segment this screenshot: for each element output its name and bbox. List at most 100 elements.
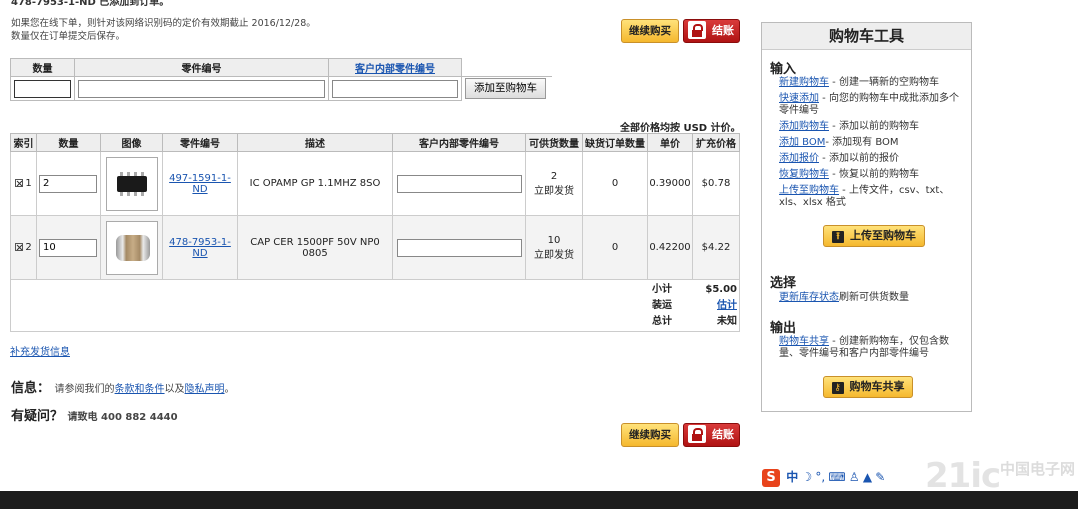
continue-shopping-button-bottom[interactable]: 继续购买 <box>621 423 679 447</box>
currency-note: 全部价格均按 USD 计价。 <box>620 123 741 134</box>
subtotal-value: $5.00 <box>705 284 737 295</box>
continue-shopping-button-top[interactable]: 继续购买 <box>621 19 679 43</box>
checkout-label: 结账 <box>712 24 734 37</box>
user-icon[interactable]: ♙ <box>849 470 860 484</box>
total-value: 未知 <box>717 316 737 327</box>
privacy-link[interactable]: 隐私声明 <box>185 384 225 395</box>
ic-chip-image <box>105 156 158 211</box>
qa-part-input[interactable] <box>78 79 325 98</box>
question-line: 有疑问？ 请致电 400 882 4440 <box>11 405 178 424</box>
customer-part-link[interactable]: 客户内部零件编号 <box>355 64 435 75</box>
subtotal-label: 小计 <box>652 284 672 295</box>
summary-values: $5.00 估计 未知 <box>700 282 737 330</box>
add-cart-link[interactable]: 添加购物车 <box>779 121 829 132</box>
row-ext-price: $4.22 <box>692 215 740 280</box>
checkout-button-top[interactable]: 结账 <box>683 19 740 43</box>
upload-icon: ⭱ <box>832 231 844 243</box>
new-cart-link[interactable]: 新建购物车 <box>779 77 829 88</box>
chinese-mode-icon[interactable]: 中 <box>786 470 798 484</box>
share-cart-link[interactable]: 购物车共享 <box>779 336 829 347</box>
ime-toolbar[interactable]: S 中 ☽ °, ⌨ ♙ ▲ ✎ <box>762 466 922 490</box>
qa-qty-input[interactable] <box>14 79 71 98</box>
pricing-info: 如果您在线下单，则针对该网络识别码的定价有效期截止 2016/12/28。 数量… <box>11 17 351 43</box>
quick-add-link[interactable]: 快速添加 <box>779 93 819 104</box>
col-part: 零件编号 <box>162 133 238 152</box>
part-number-link[interactable]: 497-1591-1-ND <box>169 173 231 195</box>
total-label: 总计 <box>652 316 672 327</box>
lock-icon <box>688 21 706 39</box>
row-customer-part-input[interactable] <box>396 174 522 193</box>
update-stock-link[interactable]: 更新库存状态 <box>779 292 839 303</box>
wrench-icon[interactable]: ✎ <box>875 470 885 484</box>
cart-tools-panel: 购物车工具 输入 新建购物车 - 创建一辆新的空购物车 快速添加 - 向您的购物… <box>761 22 972 412</box>
row-qty-input[interactable] <box>39 238 97 257</box>
more-shipping-link[interactable]: 补充发货信息 <box>10 343 70 358</box>
delete-checkbox-icon[interactable] <box>15 243 24 251</box>
capacitor-image <box>105 220 158 275</box>
tool-item: 新建购物车 - 创建一辆新的空购物车 <box>779 77 939 88</box>
row-unit-price: 0.42200 <box>647 215 693 280</box>
table-row: 1 497-1591-1-ND IC OPAMP GP 1.1MHZ 8SO 2… <box>10 151 740 216</box>
tool-item: 购物车共享 - 创建新购物车，仅包含数量、零件编号和客户内部零件编号 <box>779 336 949 359</box>
notice-pre: 请参阅我们的 <box>54 384 115 395</box>
row-backorder: 0 <box>582 215 648 280</box>
upload-cart-link[interactable]: 上传至购物车 <box>779 185 839 196</box>
delete-checkbox-icon[interactable] <box>15 179 24 187</box>
pricing-info-line1: 如果您在线下单，则针对该网络识别码的定价有效期截止 2016/12/28。 <box>11 18 316 29</box>
punctuation-icon[interactable]: °, <box>815 470 825 484</box>
shipping-label: 装运 <box>652 300 672 311</box>
cart-tools-title: 购物车工具 <box>762 23 971 50</box>
col-ext-price: 扩充价格 <box>692 133 740 152</box>
notice-end: 。 <box>224 384 235 395</box>
col-customer-part: 客户内部零件编号 <box>392 133 526 152</box>
tool-item: 添加购物车 - 添加以前的购物车 <box>779 121 919 132</box>
tool-item: 添加报价 - 添加以前的报价 <box>779 153 899 164</box>
question-label: 有疑问？ <box>11 409 64 424</box>
row-customer-part-input[interactable] <box>396 238 522 257</box>
qa-header-customer-part: 客户内部零件编号 <box>328 58 462 77</box>
share-cart-button[interactable]: ⚷ 购物车共享 <box>823 376 913 398</box>
add-bom-link[interactable]: 添加 BOM <box>779 137 825 148</box>
notice-line: 信息： 请参阅我们的条款和条件以及隐私声明。 <box>11 377 235 396</box>
row-index: 2 <box>25 242 32 253</box>
qa-customer-part-input[interactable] <box>332 79 458 98</box>
add-to-cart-button[interactable]: 添加至购物车 <box>465 78 546 100</box>
keyboard-icon[interactable]: ⌨ <box>828 470 845 484</box>
col-qty: 数量 <box>36 133 101 152</box>
col-index: 索引 <box>10 133 37 152</box>
tool-item: 恢复购物车 - 恢复以前的购物车 <box>779 169 919 180</box>
watermark-site: 中国电子网 <box>1000 460 1076 478</box>
phone-number: 请致电 400 882 4440 <box>67 412 178 423</box>
input-section-title: 输入 <box>770 62 797 77</box>
col-backorder: 缺货订单数量 <box>582 133 648 152</box>
row-qty-input[interactable] <box>39 174 97 193</box>
select-section-title: 选择 <box>770 276 797 291</box>
row-unit-price: 0.39000 <box>647 151 693 216</box>
col-image: 图像 <box>100 133 163 152</box>
row-index: 1 <box>25 178 32 189</box>
row-avail-text: 立即发货 <box>534 249 574 261</box>
shirt-icon[interactable]: ▲ <box>863 470 872 484</box>
upload-to-cart-button[interactable]: ⭱ 上传至购物车 <box>823 225 925 247</box>
tool-item: 上传至购物车 - 上传文件，csv、txt、xls、xlsx 格式 <box>779 185 950 208</box>
moon-icon[interactable]: ☽ <box>801 470 812 484</box>
pricing-info-line2: 数量仅在订单提交后保存。 <box>11 31 126 42</box>
restore-cart-link[interactable]: 恢复购物车 <box>779 169 829 180</box>
watermark-logo: 21ic <box>925 456 1001 496</box>
output-section-title: 输出 <box>770 321 797 336</box>
row-avail-text: 立即发货 <box>534 185 574 197</box>
key-icon: ⚷ <box>831 382 844 394</box>
tool-item: 添加 BOM- 添加现有 BOM <box>779 137 899 148</box>
row-avail-qty: 2 <box>550 170 558 182</box>
bottom-bar <box>0 491 1078 509</box>
terms-link[interactable]: 条款和条件 <box>115 384 165 395</box>
col-available: 可供货数量 <box>525 133 583 152</box>
part-number-link[interactable]: 478-7953-1-ND <box>169 237 231 259</box>
shipping-estimate-link[interactable]: 估计 <box>717 300 737 311</box>
tool-item: 快速添加 - 向您的购物车中成批添加多个零件编号 <box>779 93 959 116</box>
row-desc: CAP CER 1500PF 50V NP0 0805 <box>237 215 393 280</box>
quick-add-form: 数量 零件编号 客户内部零件编号 添加至购物车 <box>10 58 552 101</box>
add-quote-link[interactable]: 添加报价 <box>779 153 819 164</box>
checkout-button-bottom[interactable]: 结账 <box>683 423 740 447</box>
summary-labels: 小计 装运 总计 <box>652 282 672 330</box>
